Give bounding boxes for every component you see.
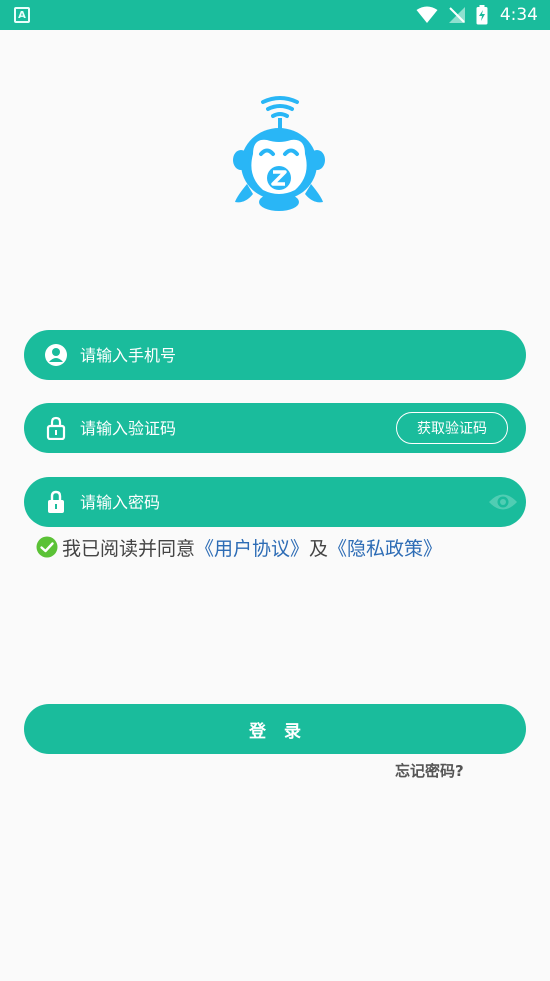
agreement-conjunction: 及 [309, 537, 329, 560]
login-button[interactable]: 登录 [24, 704, 526, 754]
phone-field[interactable] [24, 330, 526, 380]
no-signal-icon [448, 7, 465, 23]
code-input[interactable] [80, 403, 380, 453]
check-circle-icon[interactable] [36, 536, 58, 558]
status-icons: 4:34 [416, 3, 538, 27]
status-bar: A 4:34 [0, 0, 550, 30]
agreement-row: 我已阅读并同意 《用户协议》 及 《隐私政策》 [36, 533, 442, 561]
lock-open-icon [46, 416, 66, 440]
password-field[interactable] [24, 477, 526, 527]
lock-icon [48, 490, 64, 513]
monkey-logo-icon [233, 96, 325, 211]
code-field[interactable]: 获取验证码 [24, 403, 526, 453]
wifi-icon [416, 6, 438, 23]
password-input[interactable] [80, 477, 380, 527]
agreement-text: 我已阅读并同意 [62, 537, 196, 560]
get-code-button[interactable]: 获取验证码 [396, 412, 508, 444]
user-icon [45, 344, 67, 366]
show-password-icon[interactable] [488, 489, 518, 515]
phone-input[interactable] [80, 330, 380, 380]
clock: 4:34 [499, 5, 538, 25]
battery-charging-icon [476, 5, 488, 25]
privacy-policy-link[interactable]: 《隐私政策》 [328, 534, 442, 561]
user-agreement-link[interactable]: 《用户协议》 [195, 534, 309, 561]
forgot-password-link[interactable]: 忘记密码? [395, 760, 464, 781]
app-notification-icon: A [14, 7, 30, 23]
